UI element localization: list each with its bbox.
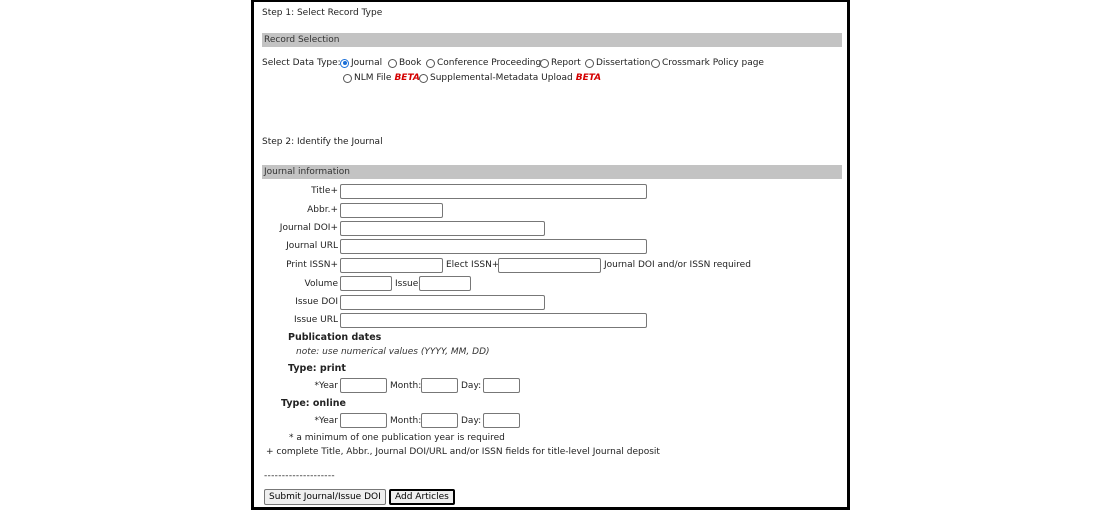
form-panel: Step 1: Select Record Type Record Select…	[251, 0, 850, 510]
radio-conference-proceedings[interactable]: Conference Proceedings	[426, 57, 546, 69]
print-day-label: Day:	[461, 381, 482, 391]
journal-doi-input[interactable]	[340, 221, 545, 236]
radio-dissertation-label: Dissertation	[596, 58, 651, 68]
footnote-year-required: * a minimum of one publication year is r…	[289, 433, 505, 443]
print-year-input[interactable]	[340, 378, 387, 393]
volume-input[interactable]	[340, 276, 392, 291]
radio-supplemental-metadata-upload[interactable]: Supplemental-Metadata Upload BETA	[419, 72, 601, 84]
journal-doi-label: Journal DOI+	[279, 223, 338, 233]
print-month-label: Month:	[390, 381, 422, 391]
type-print-heading: Type: print	[288, 363, 346, 374]
volume-label: Volume	[304, 279, 338, 289]
print-issn-input[interactable]	[340, 258, 443, 273]
radio-book[interactable]: Book	[388, 57, 421, 69]
radio-report-indicator[interactable]	[540, 58, 549, 68]
journal-url-label: Journal URL	[286, 241, 338, 251]
issue-doi-input[interactable]	[340, 295, 545, 310]
print-month-input[interactable]	[421, 378, 458, 393]
record-selection-header: Record Selection	[262, 33, 842, 47]
issue-input[interactable]	[419, 276, 471, 291]
online-day-input[interactable]	[483, 413, 520, 428]
elect-issn-input[interactable]	[498, 258, 601, 273]
radio-supplemental-indicator[interactable]	[419, 73, 428, 83]
radio-journal[interactable]: Journal	[340, 57, 382, 69]
submit-journal-issue-doi-button[interactable]: Submit Journal/Issue DOI	[264, 489, 386, 505]
radio-report-label: Report	[551, 58, 581, 68]
elect-issn-label: Elect ISSN+	[446, 260, 500, 270]
publication-dates-note: note: use numerical values (YYYY, MM, DD…	[296, 347, 490, 357]
online-year-input[interactable]	[340, 413, 387, 428]
radio-crossmark-indicator[interactable]	[651, 58, 660, 68]
select-data-type-label: Select Data Type:	[262, 58, 341, 68]
footnote-title-level-deposit: + complete Title, Abbr., Journal DOI/URL…	[266, 447, 660, 457]
radio-book-indicator[interactable]	[388, 58, 397, 68]
title-label: Title+	[311, 186, 338, 196]
radio-conference-indicator[interactable]	[426, 58, 435, 68]
radio-nlm-label: NLM File	[354, 73, 392, 83]
radio-dissertation-indicator[interactable]	[585, 58, 594, 68]
issn-requirement-note: Journal DOI and/or ISSN required	[604, 260, 751, 270]
online-month-label: Month:	[390, 416, 422, 426]
print-day-input[interactable]	[483, 378, 520, 393]
radio-crossmark-label: Crossmark Policy page	[662, 58, 764, 68]
radio-journal-indicator[interactable]	[340, 58, 349, 68]
radio-book-label: Book	[399, 58, 422, 68]
issue-url-label: Issue URL	[294, 315, 338, 325]
radio-conference-label: Conference Proceedings	[437, 58, 546, 68]
abbr-label: Abbr.+	[307, 205, 338, 215]
radio-report[interactable]: Report	[540, 57, 581, 69]
abbr-input[interactable]	[340, 203, 443, 218]
type-online-heading: Type: online	[281, 398, 346, 409]
print-issn-label: Print ISSN+	[286, 260, 338, 270]
beta-badge: BETA	[394, 73, 420, 83]
step2-title: Step 2: Identify the Journal	[262, 137, 383, 147]
step1-title: Step 1: Select Record Type	[262, 8, 383, 18]
online-day-label: Day:	[461, 416, 482, 426]
journal-information-header: Journal information	[262, 165, 842, 179]
title-input[interactable]	[340, 184, 647, 199]
issue-doi-label: Issue DOI	[295, 297, 338, 307]
radio-supplemental-label: Supplemental-Metadata Upload	[430, 73, 573, 83]
online-year-label: *Year	[314, 416, 338, 426]
issue-url-input[interactable]	[340, 313, 647, 328]
add-articles-button[interactable]: Add Articles	[389, 489, 455, 505]
radio-crossmark-policy-page[interactable]: Crossmark Policy page	[651, 57, 764, 69]
print-year-label: *Year	[314, 381, 338, 391]
divider: --------------------	[264, 471, 335, 481]
issue-label: Issue	[395, 279, 419, 289]
journal-url-input[interactable]	[340, 239, 647, 254]
radio-nlm-indicator[interactable]	[343, 73, 352, 83]
radio-journal-label: Journal	[351, 58, 383, 68]
publication-dates-heading: Publication dates	[288, 332, 382, 343]
radio-nlm-file[interactable]: NLM File BETA	[343, 72, 420, 84]
radio-dissertation[interactable]: Dissertation	[585, 57, 650, 69]
online-month-input[interactable]	[421, 413, 458, 428]
beta-badge: BETA	[575, 73, 602, 83]
